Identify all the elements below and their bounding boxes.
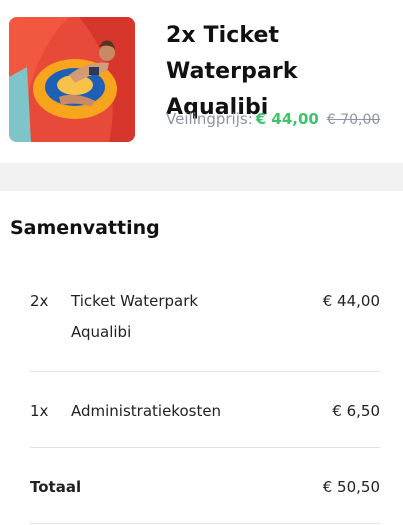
line-item-amount: € 6,50	[332, 402, 380, 420]
line-item-name: Ticket Waterpark Aqualibi	[71, 292, 199, 341]
line-item-qty: 1x	[30, 402, 49, 420]
divider	[30, 447, 380, 448]
line-item-qty: 2x	[30, 292, 49, 310]
total-amount: € 50,50	[322, 478, 380, 496]
summary-line-item: 1x Administratiekosten € 6,50	[30, 396, 380, 426]
product-header: 2x Ticket Waterpark Aqualibi Veilingprij…	[0, 0, 403, 160]
order-summary: Samenvatting 2x Ticket Waterpark Aqualib…	[0, 191, 403, 525]
summary-line-item: 2x Ticket Waterpark Aqualibi € 44,00	[30, 286, 380, 346]
divider	[30, 371, 380, 372]
original-price: € 70,00	[326, 112, 381, 128]
total-label: Totaal	[30, 478, 82, 496]
auction-price: € 44,00	[255, 110, 319, 128]
product-image[interactable]	[9, 17, 135, 142]
price-line: Veilingprijs: € 44,00 € 70,00	[166, 108, 380, 131]
summary-title: Samenvatting	[10, 217, 160, 239]
divider	[30, 523, 380, 524]
section-divider	[0, 163, 403, 191]
summary-total: Totaal € 50,50	[30, 472, 380, 502]
line-item-amount: € 44,00	[322, 292, 380, 310]
price-label: Veilingprijs:	[166, 110, 253, 128]
line-item-name: Administratiekosten	[71, 402, 222, 420]
